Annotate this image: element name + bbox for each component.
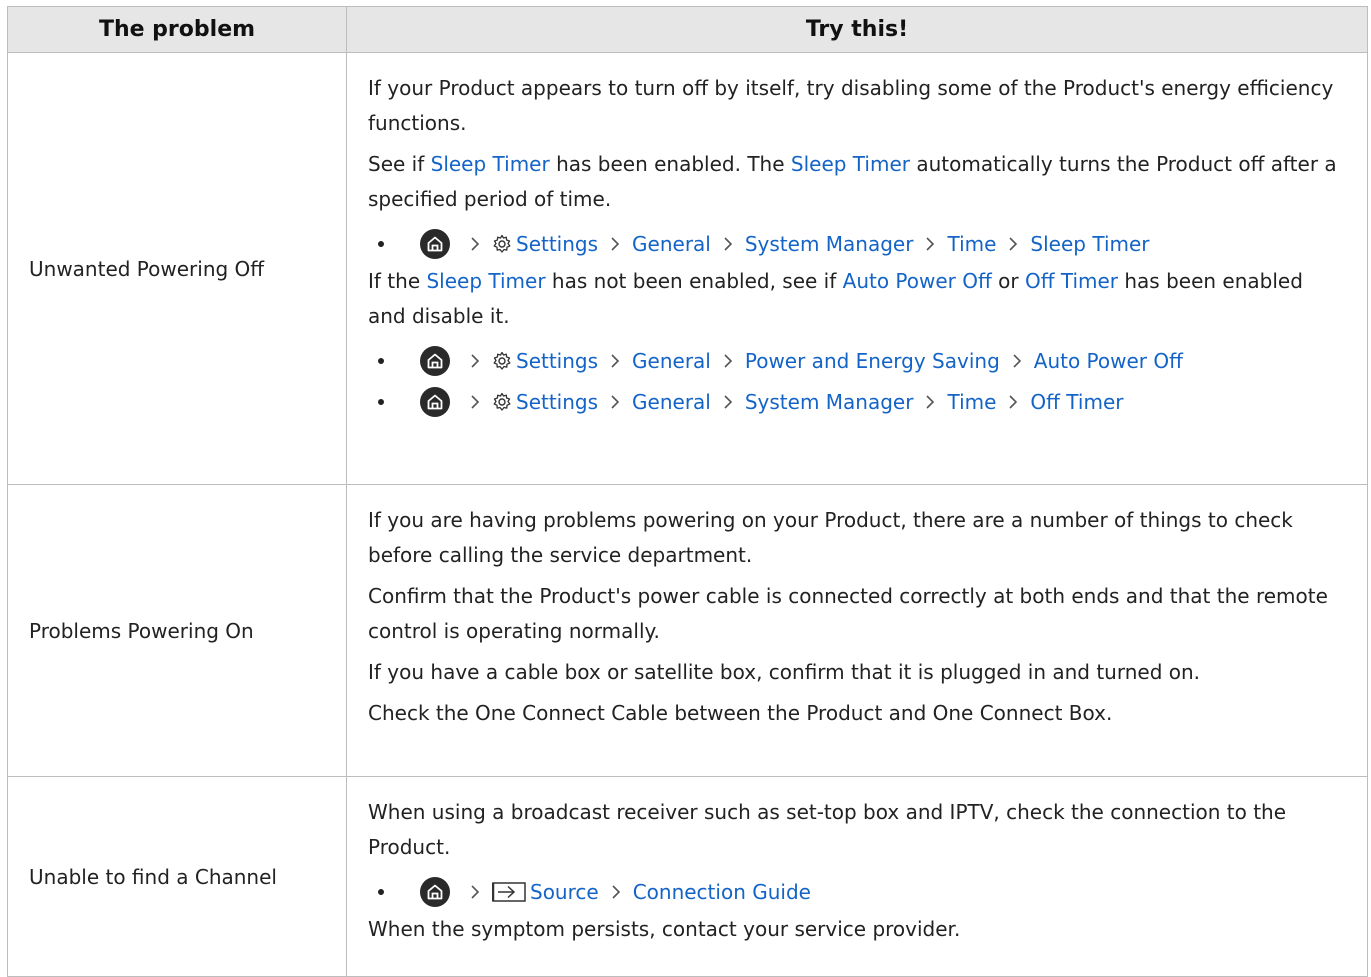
menu-item-general[interactable]: General (632, 232, 711, 256)
menu-item-auto-power-off[interactable]: Auto Power Off (1034, 349, 1183, 373)
menu-path-off-timer: Settings General System Manager Time Off… (368, 381, 1345, 422)
chevron-right-icon (1005, 236, 1021, 252)
menu-item-settings[interactable]: Settings (516, 232, 598, 256)
bullet-dot (378, 357, 384, 364)
menu-item-general[interactable]: General (632, 349, 711, 373)
menu-item-off-timer[interactable]: Off Timer (1030, 390, 1123, 414)
chevron-right-icon (922, 236, 938, 252)
chevron-right-icon (720, 394, 736, 410)
chevron-right-icon (467, 353, 483, 369)
text-fragment: has not been enabled, see if (545, 269, 843, 293)
text-fragment: If the (368, 269, 427, 293)
chevron-right-icon (608, 884, 624, 900)
problem-label: Unable to find a Channel (7, 776, 347, 977)
table-header-row: The problem Try this! (7, 6, 1368, 53)
menu-item-sleep-timer[interactable]: Sleep Timer (1030, 232, 1149, 256)
table-row: Unable to find a Channel When using a br… (7, 776, 1368, 977)
header-problem: The problem (7, 6, 347, 53)
sleep-timer-link[interactable]: Sleep Timer (431, 152, 550, 176)
solution-paragraph: If you are having problems powering on y… (368, 508, 1293, 567)
gear-icon (492, 234, 512, 254)
gear-icon (492, 351, 512, 371)
chevron-right-icon (467, 884, 483, 900)
auto-power-off-link[interactable]: Auto Power Off (843, 269, 992, 293)
source-input-icon (492, 881, 526, 903)
menu-item-source[interactable]: Source (530, 880, 599, 904)
menu-item-settings[interactable]: Settings (516, 349, 598, 373)
bullet-dot (378, 888, 384, 895)
text-fragment: has been enabled. The (549, 152, 791, 176)
troubleshooting-table: The problem Try this! Unwanted Powering … (7, 6, 1368, 977)
off-timer-link[interactable]: Off Timer (1025, 269, 1118, 293)
menu-path-sleep-timer: Settings General System Manager Time Sle… (368, 223, 1345, 264)
menu-item-time[interactable]: Time (947, 390, 996, 414)
menu-item-power-energy-saving[interactable]: Power and Energy Saving (745, 349, 1000, 373)
table-row: Unwanted Powering Off If your Product ap… (7, 52, 1368, 485)
sleep-timer-link[interactable]: Sleep Timer (791, 152, 910, 176)
solution-paragraph: When the symptom persists, contact your … (368, 917, 961, 941)
menu-item-settings[interactable]: Settings (516, 390, 598, 414)
home-icon[interactable] (420, 345, 450, 376)
home-icon[interactable] (420, 386, 450, 417)
text-fragment: See if (368, 152, 431, 176)
chevron-right-icon (720, 236, 736, 252)
solution-paragraph: If your Product appears to turn off by i… (368, 76, 1334, 135)
solution-cell: If you are having problems powering on y… (346, 484, 1368, 777)
solution-paragraph: Check the One Connect Cable between the … (368, 701, 1113, 725)
chevron-right-icon (467, 236, 483, 252)
menu-item-system-manager[interactable]: System Manager (745, 390, 914, 414)
chevron-right-icon (467, 394, 483, 410)
solution-cell: When using a broadcast receiver such as … (346, 776, 1368, 977)
solution-paragraph: Confirm that the Product's power cable i… (368, 584, 1328, 643)
menu-item-general[interactable]: General (632, 390, 711, 414)
menu-path-connection-guide: Source Connection Guide (368, 871, 1345, 912)
menu-item-system-manager[interactable]: System Manager (745, 232, 914, 256)
problem-label: Unwanted Powering Off (7, 52, 347, 485)
menu-item-connection-guide[interactable]: Connection Guide (633, 880, 811, 904)
gear-icon (492, 392, 512, 412)
header-try-this: Try this! (346, 6, 1368, 53)
home-icon[interactable] (420, 876, 450, 907)
table-row: Problems Powering On If you are having p… (7, 484, 1368, 777)
home-icon[interactable] (420, 228, 450, 259)
chevron-right-icon (1009, 353, 1025, 369)
problem-label: Problems Powering On (7, 484, 347, 777)
solution-cell: If your Product appears to turn off by i… (346, 52, 1368, 485)
chevron-right-icon (607, 353, 623, 369)
chevron-right-icon (1005, 394, 1021, 410)
solution-paragraph: If the Sleep Timer has not been enabled,… (368, 264, 1345, 334)
text-fragment: or (991, 269, 1025, 293)
solution-paragraph: When using a broadcast receiver such as … (368, 800, 1287, 859)
sleep-timer-link[interactable]: Sleep Timer (426, 269, 545, 293)
chevron-right-icon (720, 353, 736, 369)
bullet-dot (378, 398, 384, 405)
chevron-right-icon (922, 394, 938, 410)
solution-paragraph: If you have a cable box or satellite box… (368, 660, 1201, 684)
solution-paragraph: See if Sleep Timer has been enabled. The… (368, 147, 1345, 217)
chevron-right-icon (607, 394, 623, 410)
bullet-dot (378, 240, 384, 247)
menu-item-time[interactable]: Time (947, 232, 996, 256)
menu-path-auto-power-off: Settings General Power and Energy Saving… (368, 340, 1345, 381)
chevron-right-icon (607, 236, 623, 252)
